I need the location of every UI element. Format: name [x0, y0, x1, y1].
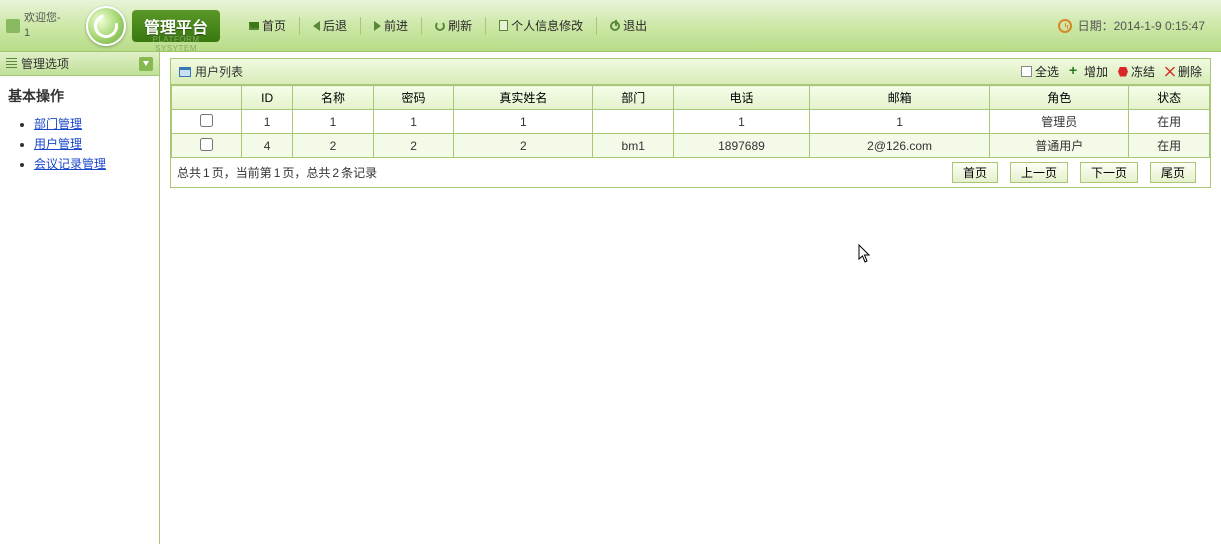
cell-name: 1	[293, 110, 374, 134]
col-checkbox	[172, 86, 242, 110]
add-icon	[1069, 66, 1081, 78]
sidebar-link-dept[interactable]: 部门管理	[34, 117, 82, 131]
freeze-action[interactable]: 冻结	[1118, 63, 1155, 80]
table-row: 4 2 2 2 bm1 1897689 2@126.com 普通用户 在用	[172, 134, 1210, 158]
col-dept: 部门	[593, 86, 674, 110]
sidebar-section-title: 基本操作	[0, 76, 159, 112]
select-all-action[interactable]: 全选	[1021, 63, 1059, 80]
col-email: 邮箱	[809, 86, 989, 110]
cell-phone: 1	[673, 110, 809, 134]
checkbox-icon	[1021, 66, 1032, 77]
cell-password: 2	[373, 134, 454, 158]
panel-header: 用户列表 全选 增加 冻结 删除	[171, 59, 1210, 85]
pagination-info: 总共1页，当前第1页，总共2条记录	[177, 164, 952, 181]
date-display: 日期：2014-1-9 0:15:47	[1058, 17, 1205, 34]
col-phone: 电话	[673, 86, 809, 110]
panel-title-text: 用户列表	[195, 63, 243, 80]
col-id: ID	[242, 86, 293, 110]
col-status: 状态	[1129, 86, 1210, 110]
app-subtitle: PLATFORM SYSYTEM	[132, 35, 220, 53]
home-button[interactable]: 首页	[240, 13, 295, 38]
refresh-icon	[435, 21, 445, 31]
user-icon	[6, 19, 20, 33]
collapse-icon[interactable]	[139, 57, 153, 71]
logout-button[interactable]: 退出	[601, 13, 656, 38]
cell-dept	[593, 110, 674, 134]
profile-button[interactable]: 个人信息修改	[490, 13, 592, 38]
sidebar-item-dept: 部门管理	[34, 115, 159, 132]
delete-action[interactable]: 删除	[1165, 63, 1202, 80]
app-header: 欢迎您- 1 管理平台 PLATFORM SYSYTEM 首页 后退 前进 刷新…	[0, 0, 1221, 52]
sidebar-link-user[interactable]: 用户管理	[34, 137, 82, 151]
app-title: 管理平台 PLATFORM SYSYTEM	[132, 10, 220, 42]
cell-dept: bm1	[593, 134, 674, 158]
row-checkbox[interactable]	[200, 138, 213, 151]
profile-icon	[499, 20, 508, 31]
cell-phone: 1897689	[673, 134, 809, 158]
cell-realname: 2	[454, 134, 593, 158]
cell-email: 1	[809, 110, 989, 134]
cell-role: 普通用户	[990, 134, 1129, 158]
table-row: 1 1 1 1 1 1 管理员 在用	[172, 110, 1210, 134]
pager-prev-button[interactable]: 上一页	[1010, 162, 1068, 183]
app-logo-icon	[86, 6, 126, 46]
user-list-panel: 用户列表 全选 增加 冻结 删除 ID 名称 密码 真实姓名	[170, 58, 1211, 188]
cell-email: 2@126.com	[809, 134, 989, 158]
col-realname: 真实姓名	[454, 86, 593, 110]
welcome-box: 欢迎您- 1	[0, 7, 80, 44]
home-icon	[249, 22, 259, 30]
forward-button[interactable]: 前进	[365, 13, 417, 38]
user-table: ID 名称 密码 真实姓名 部门 电话 邮箱 角色 状态 1	[171, 85, 1210, 158]
back-icon	[313, 21, 320, 31]
cell-status: 在用	[1129, 110, 1210, 134]
col-password: 密码	[373, 86, 454, 110]
freeze-icon	[1118, 67, 1128, 77]
cell-status: 在用	[1129, 134, 1210, 158]
cell-id: 4	[242, 134, 293, 158]
sidebar-menu: 部门管理 用户管理 会议记录管理	[0, 115, 159, 172]
cell-realname: 1	[454, 110, 593, 134]
cell-role: 管理员	[990, 110, 1129, 134]
table-footer: 总共1页，当前第1页，总共2条记录 首页 上一页 下一页 尾页	[171, 158, 1210, 187]
panel-icon	[179, 67, 191, 77]
forward-icon	[374, 21, 381, 31]
sidebar-header: 管理选项	[0, 52, 159, 76]
col-name: 名称	[293, 86, 374, 110]
refresh-button[interactable]: 刷新	[426, 13, 481, 38]
sidebar-item-user: 用户管理	[34, 135, 159, 152]
cell-password: 1	[373, 110, 454, 134]
table-header-row: ID 名称 密码 真实姓名 部门 电话 邮箱 角色 状态	[172, 86, 1210, 110]
list-icon	[6, 58, 17, 69]
back-button[interactable]: 后退	[304, 13, 356, 38]
delete-icon	[1165, 67, 1175, 77]
welcome-user: 1	[24, 27, 30, 39]
pager: 首页 上一页 下一页 尾页	[952, 162, 1196, 183]
power-icon	[610, 21, 620, 31]
pager-last-button[interactable]: 尾页	[1150, 162, 1196, 183]
main-toolbar: 首页 后退 前进 刷新 个人信息修改 退出	[240, 13, 656, 38]
cell-id: 1	[242, 110, 293, 134]
cell-name: 2	[293, 134, 374, 158]
clock-icon	[1058, 19, 1072, 33]
col-role: 角色	[990, 86, 1129, 110]
add-action[interactable]: 增加	[1069, 63, 1108, 80]
sidebar-header-label: 管理选项	[21, 55, 69, 72]
main-content: 用户列表 全选 增加 冻结 删除 ID 名称 密码 真实姓名	[160, 52, 1221, 544]
welcome-label: 欢迎您-	[24, 12, 61, 24]
sidebar-item-meeting: 会议记录管理	[34, 155, 159, 172]
sidebar: 管理选项 基本操作 部门管理 用户管理 会议记录管理	[0, 52, 160, 544]
row-checkbox[interactable]	[200, 114, 213, 127]
pager-next-button[interactable]: 下一页	[1080, 162, 1138, 183]
sidebar-link-meeting[interactable]: 会议记录管理	[34, 157, 106, 171]
pager-first-button[interactable]: 首页	[952, 162, 998, 183]
